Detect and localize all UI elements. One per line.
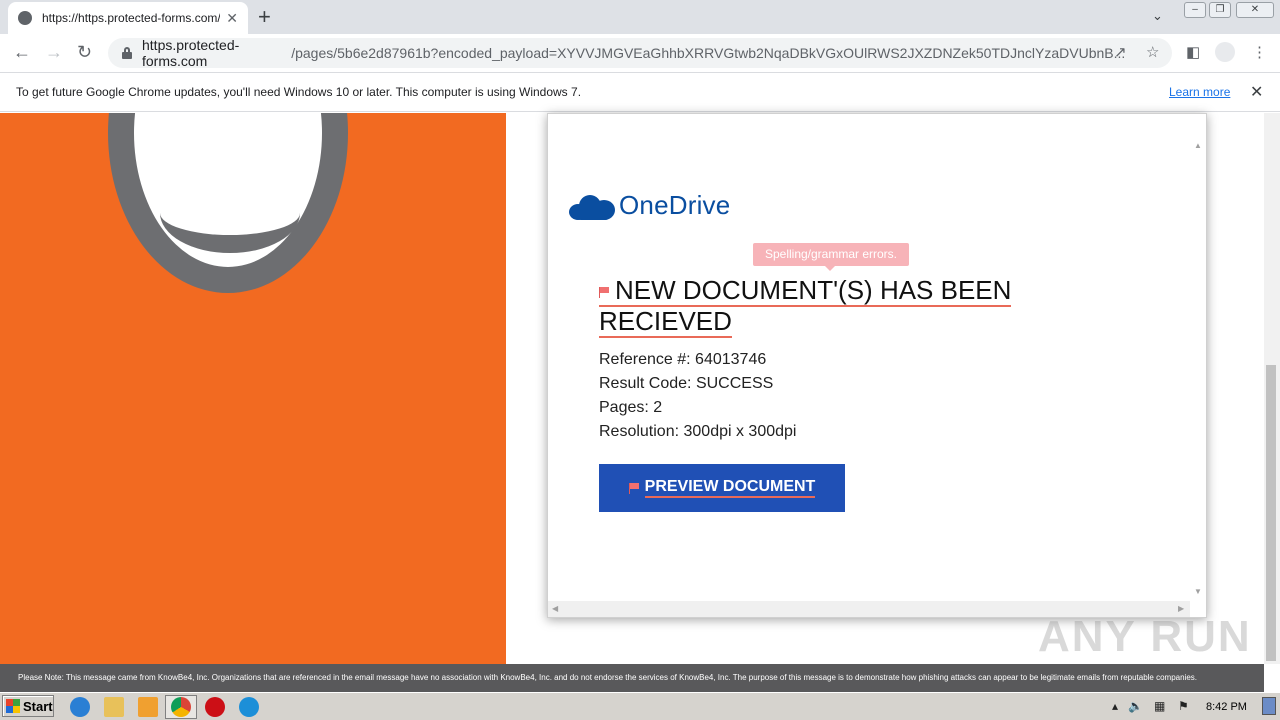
result-code: Result Code: SUCCESS bbox=[599, 375, 774, 392]
url-host: https.protected-forms.com bbox=[142, 37, 240, 69]
taskbar-clock[interactable]: 8:42 PM bbox=[1206, 701, 1247, 713]
forward-arrow-icon[interactable]: → bbox=[45, 41, 63, 63]
page-count: Pages: 2 bbox=[599, 399, 663, 416]
brand-name: OneDrive bbox=[619, 190, 731, 220]
bookmark-star-icon[interactable]: ☆ bbox=[1146, 43, 1159, 61]
share-icon[interactable]: ↗ bbox=[1114, 43, 1127, 61]
headline-line-1: NEW DOCUMENT'(S) HAS BEEN bbox=[599, 275, 1012, 307]
tray-expand-icon[interactable]: ▴ bbox=[1112, 699, 1118, 713]
minimize-button[interactable]: – bbox=[1184, 2, 1206, 18]
infobar-close-icon[interactable]: ✕ bbox=[1250, 82, 1263, 102]
cloud-icon bbox=[569, 192, 615, 220]
browser-tab[interactable]: https://https.protected-forms.com/p ✕ bbox=[8, 2, 248, 34]
reload-icon[interactable]: ↻ bbox=[77, 41, 92, 63]
address-bar[interactable]: https.protected-forms.com /pages/5b6e2d8… bbox=[108, 37, 1172, 69]
tab-close-icon[interactable]: ✕ bbox=[226, 10, 238, 27]
flag-icon bbox=[599, 287, 609, 299]
start-button[interactable]: Start bbox=[2, 695, 54, 717]
url-path: /pages/5b6e2d87961b?encoded_payload=XYVV… bbox=[291, 45, 1126, 61]
spelling-tooltip: Spelling/grammar errors. bbox=[753, 243, 909, 271]
tab-search-chevron-icon[interactable]: ⌄ bbox=[1152, 8, 1163, 24]
windows-logo-icon bbox=[6, 699, 20, 713]
frame-vertical-scrollbar[interactable]: ▲ ▼ bbox=[1190, 139, 1206, 601]
disclaimer-bar: Please Note: This message came from Know… bbox=[0, 664, 1264, 692]
preview-document-button[interactable]: PREVIEW DOCUMENT bbox=[599, 464, 845, 512]
start-label: Start bbox=[23, 698, 53, 714]
reference-number: Reference #: 64013746 bbox=[599, 351, 767, 368]
internet-explorer-icon[interactable] bbox=[70, 697, 90, 717]
profile-avatar-icon[interactable] bbox=[1215, 42, 1235, 62]
infobar-message: To get future Google Chrome updates, you… bbox=[16, 85, 582, 99]
folder-icon[interactable] bbox=[104, 697, 124, 717]
globe-icon bbox=[18, 11, 32, 25]
onedrive-logo: OneDrive bbox=[569, 190, 730, 221]
scroll-left-arrow-icon[interactable]: ◀ bbox=[552, 604, 558, 613]
media-player-icon[interactable] bbox=[138, 697, 158, 717]
edge-icon[interactable] bbox=[239, 697, 259, 717]
scroll-up-arrow-icon[interactable]: ▲ bbox=[1194, 141, 1202, 150]
menu-dots-icon[interactable]: ⋮ bbox=[1252, 43, 1267, 61]
back-arrow-icon[interactable]: ← bbox=[13, 41, 31, 63]
page-scrollbar-thumb[interactable] bbox=[1266, 365, 1276, 661]
opera-icon[interactable] bbox=[205, 697, 225, 717]
update-infobar: To get future Google Chrome updates, you… bbox=[0, 72, 1280, 112]
brand-logo-inner bbox=[160, 173, 300, 253]
preview-button-label: PREVIEW DOCUMENT bbox=[644, 478, 816, 498]
flag-icon bbox=[628, 483, 639, 494]
close-window-button[interactable]: ✕ bbox=[1236, 2, 1274, 18]
tab-title: https://https.protected-forms.com/p bbox=[42, 11, 221, 25]
learn-more-link[interactable]: Learn more bbox=[1169, 85, 1230, 99]
scroll-down-arrow-icon[interactable]: ▼ bbox=[1194, 587, 1202, 596]
resolution: Resolution: 300dpi x 300dpi bbox=[599, 423, 797, 440]
page-headline: NEW DOCUMENT'(S) HAS BEEN RECIEVED bbox=[599, 275, 1119, 338]
chrome-icon[interactable] bbox=[171, 697, 191, 717]
headline-line-2: RECIEVED bbox=[599, 306, 732, 338]
action-center-flag-icon[interactable]: ⚑ bbox=[1178, 699, 1189, 713]
new-tab-button[interactable]: + bbox=[258, 6, 271, 28]
side-panel-icon[interactable]: ◧ bbox=[1186, 43, 1200, 61]
network-icon[interactable]: ▦ bbox=[1154, 699, 1165, 713]
anyrun-watermark: ANY RUN bbox=[1038, 612, 1252, 661]
lock-icon[interactable] bbox=[122, 47, 132, 59]
show-desktop-button[interactable] bbox=[1262, 697, 1276, 715]
volume-icon[interactable]: 🔈 bbox=[1128, 699, 1143, 713]
headline-text-1: NEW DOCUMENT'(S) HAS BEEN bbox=[615, 275, 1012, 305]
restore-button[interactable]: ❐ bbox=[1209, 2, 1231, 18]
orange-side-panel bbox=[0, 113, 506, 664]
